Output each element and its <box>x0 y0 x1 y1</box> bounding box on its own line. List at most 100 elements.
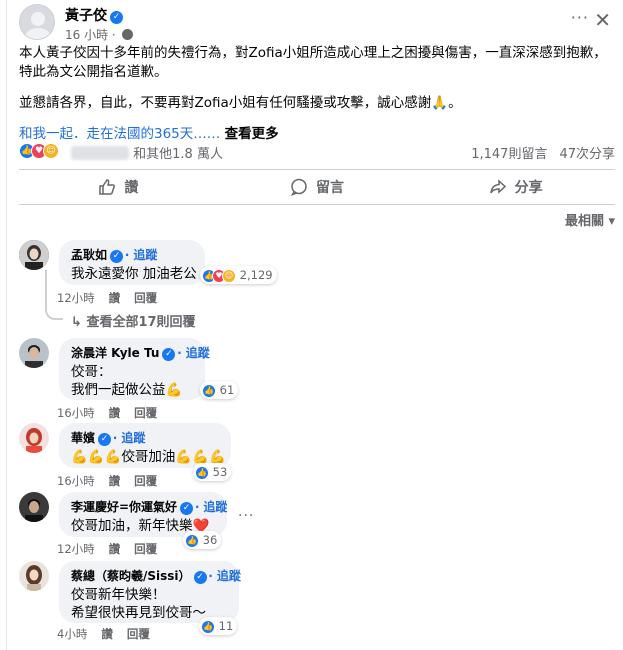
comment-reactions[interactable]: 👍 36 <box>183 531 222 549</box>
comment-time[interactable]: 12小時 <box>57 542 95 556</box>
like-reaction-icon: 👍 <box>202 383 216 398</box>
comment-like-link[interactable]: 讚 <box>109 291 121 305</box>
commenter-avatar[interactable] <box>19 338 49 368</box>
commenter-name[interactable]: 李運慶好=你運氣好 ✓ ‧ 追蹤 <box>71 498 227 515</box>
avatar-photo <box>19 492 49 522</box>
comment-reactions[interactable]: 👍 53 <box>193 463 232 481</box>
comment-reactions[interactable]: 👍♥ ☺ 2,129 <box>200 266 277 284</box>
verified-icon: ✓ <box>98 433 112 446</box>
post-time[interactable]: 16 小時 <box>65 28 108 42</box>
comment-reply-link[interactable]: 回覆 <box>134 406 157 420</box>
follow-link[interactable]: ‧ 追蹤 <box>209 569 241 583</box>
comment-reactions[interactable]: 👍 61 <box>200 381 239 399</box>
post-paragraph-2: 並懇請各界，自此，不要再對Zofia小姐有任何騷擾或攻擊，誠心感謝🙏。 <box>19 95 462 111</box>
care-reaction-icon: ☺ <box>222 268 236 283</box>
more-options-icon[interactable]: ··· <box>571 8 589 27</box>
comment-meta: 16小時讚回覆 <box>57 405 171 421</box>
comment-time[interactable]: 16小時 <box>57 406 95 420</box>
comment-reactions[interactable]: 👍 11 <box>199 617 238 635</box>
follow-link[interactable]: ‧ 追蹤 <box>125 248 157 262</box>
commenter-name[interactable]: 蔡總（蔡昀羲/Sissi） ✓ ‧ 追蹤 <box>71 567 241 584</box>
globe-icon <box>121 29 133 40</box>
commenter-avatar[interactable] <box>19 240 49 270</box>
comment-bubble: 涂晨洋 Kyle Tu ✓ ‧ 追蹤 佼哥： 我們一起做公益💪 <box>59 338 210 400</box>
reaction-icons[interactable]: 👍 ♥ ☺ <box>19 143 59 159</box>
comment-text-line: 我們一起做公益💪 <box>71 382 183 398</box>
author-name[interactable]: 黃子佼 ✓ <box>65 5 123 25</box>
see-more-link[interactable]: 查看更多 <box>225 126 279 142</box>
comment-like-link[interactable]: 讚 <box>109 542 121 556</box>
share-label: 分享 <box>514 180 543 196</box>
comment-bubble: 華嬪 ✓ ‧ 追蹤 💪💪💪佼哥加油💪💪💪 <box>59 423 231 468</box>
verified-icon: ✓ <box>110 11 123 24</box>
reply-thread-line <box>45 270 63 320</box>
comment-label: 留言 <box>316 180 344 196</box>
action-bar: 讚 留言 分享 <box>19 169 615 205</box>
comment-meta: 12小時讚回覆 <box>57 541 171 557</box>
comment-meta: 4小時讚回覆 <box>57 626 164 642</box>
comment-meta: 16小時讚回覆 <box>57 473 171 489</box>
comment-like-link[interactable]: 讚 <box>109 406 121 420</box>
reactions-summary: 👍 ♥ ☺ 和其他1.8 萬人 1,147則留言 47次分享 <box>19 141 615 163</box>
reply-arrow-icon: ↳ <box>71 315 82 330</box>
commenter-avatar[interactable] <box>19 492 49 522</box>
blurred-names <box>71 146 129 160</box>
comment-time[interactable]: 4小時 <box>57 627 87 641</box>
care-reaction-icon: ☺ <box>43 143 59 159</box>
like-label: 讚 <box>124 180 139 196</box>
like-button[interactable]: 讚 <box>19 170 218 204</box>
commenter-avatar[interactable] <box>19 561 49 591</box>
comment-bubble: 蔡總（蔡昀羲/Sissi） ✓ ‧ 追蹤 佼哥新年快樂！ 希望很快再見到佼哥～ <box>59 561 241 623</box>
share-icon <box>489 179 506 194</box>
like-reaction-icon: 👍 <box>185 533 199 548</box>
verified-icon: ✓ <box>180 502 194 515</box>
share-button[interactable]: 分享 <box>416 170 615 204</box>
follow-link[interactable]: ‧ 追蹤 <box>195 500 227 514</box>
verified-icon: ✓ <box>110 250 124 263</box>
comment-icon <box>290 178 307 196</box>
comment-reply-link[interactable]: 回覆 <box>134 542 157 556</box>
post-meta: 16 小時 · <box>65 26 133 43</box>
close-icon[interactable]: ✕ <box>594 8 611 32</box>
commenter-name[interactable]: 涂晨洋 Kyle Tu ✓ ‧ 追蹤 <box>71 344 210 361</box>
post-header: 黃子佼 ✓ 16 小時 · ✕ ··· <box>19 4 619 44</box>
post-card: 黃子佼 ✓ 16 小時 · ✕ ··· 本人黃子佼因十多年前的失禮行為，對Zofi… <box>6 0 623 650</box>
like-reaction-icon: 👍 <box>201 619 215 634</box>
verified-icon: ✓ <box>162 348 176 361</box>
avatar-photo <box>19 240 49 270</box>
comment-reply-link[interactable]: 回覆 <box>134 291 157 305</box>
comment-button[interactable]: 留言 <box>218 170 417 204</box>
comments-count[interactable]: 1,147則留言 <box>471 147 547 162</box>
hashtags[interactable]: 和我一起．走在法國的365天…… <box>19 126 220 142</box>
verified-icon: ✓ <box>193 571 207 584</box>
commenter-name[interactable]: 華嬪 ✓ ‧ 追蹤 <box>71 429 219 446</box>
reactors-text[interactable]: 和其他1.8 萬人 <box>71 143 223 162</box>
sort-dropdown[interactable]: 最相關 ▾ <box>565 210 615 229</box>
follow-link[interactable]: ‧ 追蹤 <box>113 431 145 445</box>
post-paragraph-1: 本人黃子佼因十多年前的失禮行為，對Zofia小姐所造成心理上之困擾與傷害，一直深… <box>19 45 607 80</box>
commenter-avatar[interactable] <box>19 423 49 453</box>
avatar-photo <box>19 338 49 368</box>
shares-count[interactable]: 47次分享 <box>559 147 615 162</box>
avatar-photo <box>19 423 49 453</box>
comment-text-line: 佼哥： <box>71 364 112 380</box>
post-body: 本人黃子佼因十多年前的失禮行為，對Zofia小姐所造成心理上之困擾與傷害，一直深… <box>19 44 615 156</box>
comment-like-link[interactable]: 讚 <box>101 627 113 641</box>
reactions-count[interactable]: 和其他1.8 萬人 <box>133 147 223 162</box>
comment-reply-link[interactable]: 回覆 <box>134 474 157 488</box>
comment-reply-link[interactable]: 回覆 <box>127 627 150 641</box>
comment-text-line: 佼哥新年快樂！ <box>71 587 166 603</box>
avatar-photo <box>19 561 49 591</box>
commenter-name[interactable]: 孟耿如 ✓ ‧ 追蹤 <box>71 246 193 263</box>
comment-bubble: 孟耿如 ✓ ‧ 追蹤 我永遠愛你 加油老公 <box>59 240 205 285</box>
like-reaction-icon: 👍 <box>195 465 209 480</box>
comment-time[interactable]: 16小時 <box>57 474 95 488</box>
follow-link[interactable]: ‧ 追蹤 <box>177 346 209 360</box>
author-avatar[interactable] <box>19 4 55 40</box>
comment-more-options-icon[interactable]: ··· <box>238 508 254 524</box>
author-name-text[interactable]: 黃子佼 <box>65 8 107 24</box>
comment-like-link[interactable]: 讚 <box>109 474 121 488</box>
comment-text: 我永遠愛你 加油老公 <box>71 266 197 282</box>
view-replies-link[interactable]: ↳ 查看全部17則回覆 <box>71 311 196 330</box>
comment-meta: 12小時讚回覆 <box>57 290 171 306</box>
